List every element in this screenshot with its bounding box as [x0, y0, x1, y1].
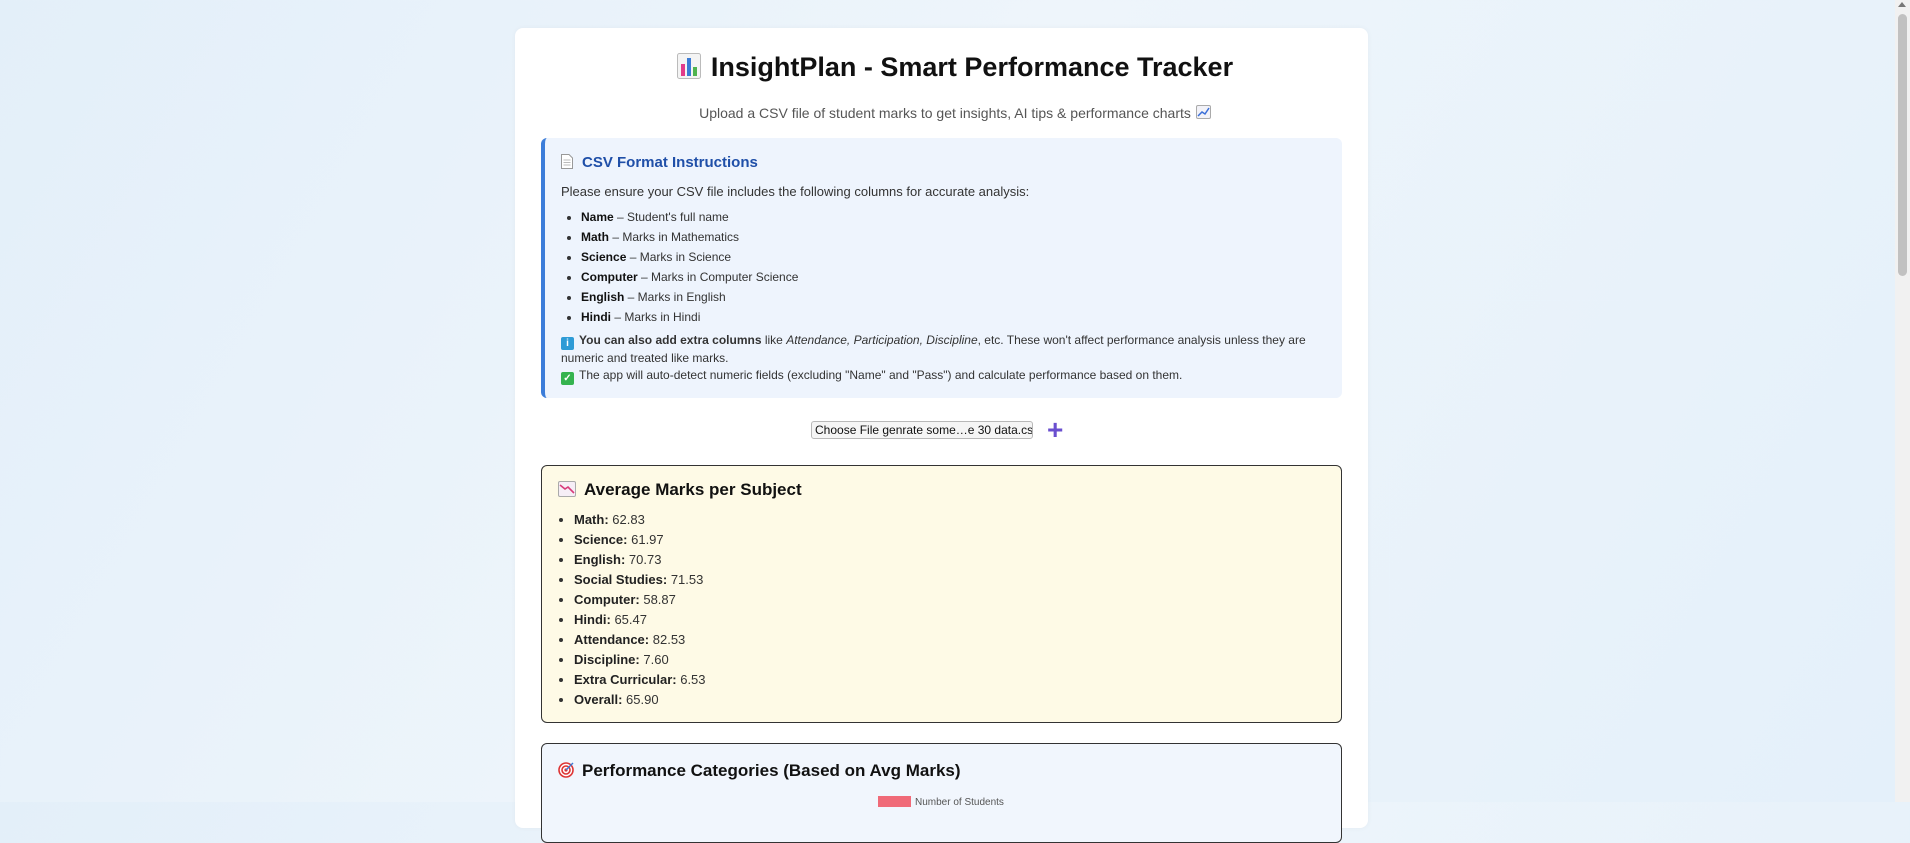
list-item: Hindi: 65.47	[574, 610, 706, 630]
list-item: Name – Student's full name	[581, 207, 798, 227]
performance-categories-panel: Performance Categories (Based on Avg Mar…	[541, 743, 1342, 843]
check-square-icon: ✓	[561, 372, 574, 385]
instructions-intro: Please ensure your CSV file includes the…	[561, 184, 1030, 199]
subject-value: 70.73	[628, 552, 662, 567]
column-name: English	[581, 290, 625, 304]
scrollbar-thumb[interactable]	[1898, 14, 1907, 276]
column-name: Science	[581, 250, 627, 264]
vertical-scrollbar[interactable]	[1895, 0, 1910, 802]
add-button[interactable]: +	[1047, 416, 1063, 444]
list-item: Extra Curricular: 6.53	[574, 670, 706, 690]
list-item: Attendance: 82.53	[574, 630, 706, 650]
bar-chart-icon	[676, 53, 701, 79]
list-item: English: 70.73	[574, 550, 706, 570]
column-name: Hindi	[581, 310, 611, 324]
performance-heading-text: Performance Categories (Based on Avg Mar…	[582, 761, 961, 780]
average-marks-panel: Average Marks per Subject Math: 62.83 Sc…	[541, 465, 1342, 723]
page-title-text: InsightPlan - Smart Performance Tracker	[710, 52, 1234, 82]
page-subtitle-text: Upload a CSV file of student marks to ge…	[699, 105, 1191, 121]
list-item: Social Studies: 71.53	[574, 570, 706, 590]
column-desc: – Marks in English	[624, 290, 726, 304]
subject-label: Social Studies:	[574, 572, 668, 587]
list-item: Science – Marks in Science	[581, 247, 798, 267]
column-desc: – Marks in Science	[626, 250, 732, 264]
list-item: Computer: 58.87	[574, 590, 706, 610]
extra-columns-bold: You can also add extra columns	[579, 333, 762, 347]
subject-value: 6.53	[680, 672, 706, 687]
chart-legend: Number of Students	[878, 796, 1004, 808]
column-name: Name	[581, 210, 614, 224]
subject-value: 62.83	[612, 512, 645, 527]
subject-value: 65.47	[614, 612, 647, 627]
column-name: Math	[581, 230, 609, 244]
autodetect-note: ✓ The app will auto-detect numeric fields…	[561, 368, 1182, 385]
subject-value: 58.87	[643, 592, 676, 607]
file-input[interactable]: Choose File genrate some…e 30 data.csv	[811, 421, 1033, 439]
list-item: Science: 61.97	[574, 530, 706, 550]
subject-value: 7.60	[643, 652, 669, 667]
extra-columns-examples: Attendance, Participation, Discipline	[786, 333, 978, 347]
page-title: InsightPlan - Smart Performance Tracker	[0, 52, 1910, 83]
scroll-up-arrow-icon[interactable]	[1898, 2, 1906, 7]
subject-label: Extra Curricular:	[574, 672, 677, 687]
list-item: Math – Marks in Mathematics	[581, 227, 798, 247]
average-marks-list: Math: 62.83 Science: 61.97 English: 70.7…	[556, 510, 706, 710]
document-icon	[561, 154, 573, 169]
list-item: English – Marks in English	[581, 287, 798, 307]
subject-label: Computer:	[574, 592, 640, 607]
subject-label: Science:	[574, 532, 628, 547]
chart-down-icon	[558, 481, 576, 497]
column-name: Computer	[581, 270, 638, 284]
column-desc: – Marks in Mathematics	[609, 230, 740, 244]
subject-label: English:	[574, 552, 626, 567]
subject-value: 65.90	[626, 692, 659, 707]
average-marks-heading-text: Average Marks per Subject	[584, 480, 802, 499]
list-item: Discipline: 7.60	[574, 650, 706, 670]
average-marks-heading: Average Marks per Subject	[558, 480, 802, 500]
column-desc: – Marks in Hindi	[611, 310, 701, 324]
instructions-heading-text: CSV Format Instructions	[582, 154, 758, 171]
extra-columns-text: like	[761, 333, 787, 347]
instructions-heading: CSV Format Instructions	[561, 154, 758, 171]
list-item: Computer – Marks in Computer Science	[581, 267, 798, 287]
performance-heading: Performance Categories (Based on Avg Mar…	[558, 761, 961, 781]
subject-label: Attendance:	[574, 632, 650, 647]
subject-label: Discipline:	[574, 652, 640, 667]
list-item: Hindi – Marks in Hindi	[581, 307, 798, 327]
subject-label: Overall:	[574, 692, 623, 707]
autodetect-text: The app will auto-detect numeric fields …	[579, 368, 1183, 382]
extra-columns-note: i You can also add extra columns like Att…	[561, 332, 1331, 366]
column-desc: – Student's full name	[613, 210, 729, 224]
chart-up-icon	[1195, 105, 1211, 119]
info-square-icon: i	[561, 337, 574, 350]
legend-label: Number of Students	[915, 797, 1004, 808]
csv-instructions-panel: CSV Format Instructions Please ensure yo…	[541, 138, 1342, 398]
page-subtitle: Upload a CSV file of student marks to ge…	[0, 105, 1910, 121]
subject-value: 82.53	[652, 632, 686, 647]
subject-value: 61.97	[631, 532, 664, 547]
list-item: Overall: 65.90	[574, 690, 706, 710]
list-item: Math: 62.83	[574, 510, 706, 530]
subject-label: Math:	[574, 512, 609, 527]
column-desc: – Marks in Computer Science	[637, 270, 799, 284]
subject-value: 71.53	[670, 572, 704, 587]
column-list: Name – Student's full name Math – Marks …	[561, 207, 798, 327]
target-icon	[558, 762, 574, 778]
subject-label: Hindi:	[574, 612, 611, 627]
